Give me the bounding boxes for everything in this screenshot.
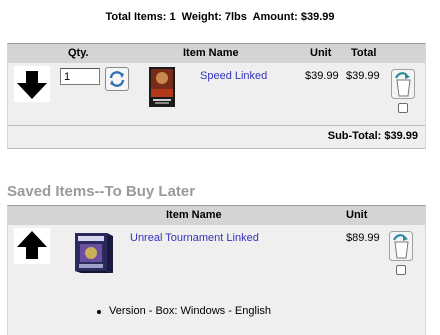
subtotal-value: Sub-Total: $39.99	[327, 130, 418, 142]
quantity-input[interactable]	[60, 68, 100, 85]
cart-header-row: Qty. Item Name Unit Total	[8, 44, 425, 63]
refresh-icon	[109, 71, 125, 87]
saved-items-table: Item Name Unit Unreal Tournament Linked …	[7, 205, 426, 335]
product-thumbnail[interactable]	[149, 67, 175, 107]
qty-column-header: Qty.	[68, 47, 89, 59]
item-name-column-header: Item Name	[183, 47, 239, 59]
cart-item-row: Speed Linked $39.99 $39.99	[8, 63, 425, 125]
product-link[interactable]: Speed Linked	[200, 70, 267, 82]
arrow-up-icon[interactable]	[14, 228, 50, 264]
line-total: $39.99	[346, 70, 380, 82]
trash-icon[interactable]	[391, 69, 415, 99]
subtotal-row: Sub-Total: $39.99	[8, 125, 425, 148]
saved-unit-column-header: Unit	[346, 209, 368, 221]
update-quantity-button[interactable]	[105, 67, 129, 91]
product-thumbnail[interactable]	[75, 233, 115, 273]
remove-checkbox[interactable]	[396, 265, 406, 275]
remove-checkbox[interactable]	[398, 103, 408, 113]
order-summary: Total Items: 1 Weight: 7lbs Amount: $39.…	[105, 11, 335, 23]
arrow-down-icon[interactable]	[14, 66, 50, 102]
unit-column-header: Unit	[310, 47, 332, 59]
saved-product-link[interactable]: Unreal Tournament Linked	[130, 232, 259, 244]
cart-table: Qty. Item Name Unit Total 1 Speed Linked…	[7, 43, 426, 149]
saved-unit-price: $89.99	[346, 232, 380, 244]
product-option: Version - Box: Windows - English	[96, 305, 272, 317]
trash-icon[interactable]	[389, 231, 413, 261]
saved-item-name-column-header: Item Name	[166, 209, 222, 221]
saved-item-row: Unreal Tournament Linked $89.99 Version …	[8, 225, 425, 335]
saved-header-row: Item Name Unit	[8, 206, 425, 225]
total-column-header: Total	[351, 47, 377, 59]
unit-price: $39.99	[305, 70, 339, 82]
saved-items-title: Saved Items--To Buy Later	[7, 183, 196, 200]
